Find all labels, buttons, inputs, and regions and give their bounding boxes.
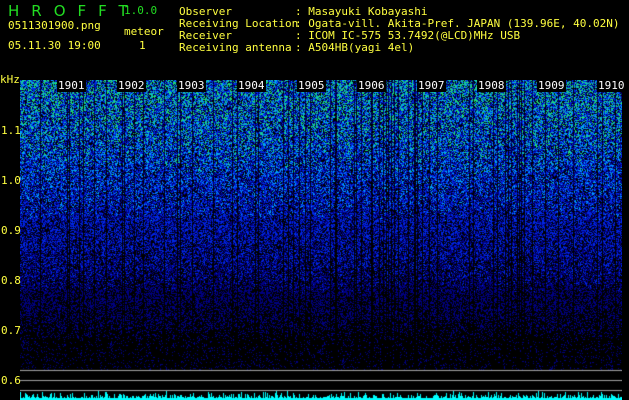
datetime: 05.11.30 19:00 xyxy=(8,39,101,52)
minute-label: 1909 xyxy=(537,79,566,92)
filename: 0511301900.png xyxy=(8,19,101,32)
app-version: 1.0.0 xyxy=(124,4,158,17)
meteor-count: 1 xyxy=(139,39,146,52)
freq-tick: 0.9 xyxy=(1,224,21,237)
spectrogram xyxy=(20,80,622,400)
minute-label: 1907 xyxy=(417,79,446,92)
axis-unit: kHz xyxy=(0,73,20,86)
minute-label: 1902 xyxy=(117,79,146,92)
freq-tick: 0.7 xyxy=(1,324,21,337)
minute-label: 1904 xyxy=(237,79,266,92)
freq-tick: 1.1 xyxy=(1,124,21,137)
freq-tick: 0.6 xyxy=(1,374,21,387)
meteor-label: meteor xyxy=(124,25,164,38)
minute-label: 1908 xyxy=(477,79,506,92)
info-value-antenna: : A504HB(yagi 4el) xyxy=(295,41,415,54)
minute-label: 1906 xyxy=(357,79,386,92)
app-title: HROFFT xyxy=(8,2,140,20)
minute-label: 1901 xyxy=(57,79,86,92)
info-label-antenna: Receiving antenna xyxy=(179,41,292,54)
freq-tick: 1.0 xyxy=(1,174,21,187)
minute-label: 1905 xyxy=(297,79,326,92)
minute-label: 1910 xyxy=(597,79,626,92)
minute-label: 1903 xyxy=(177,79,206,92)
freq-tick: 0.8 xyxy=(1,274,21,287)
